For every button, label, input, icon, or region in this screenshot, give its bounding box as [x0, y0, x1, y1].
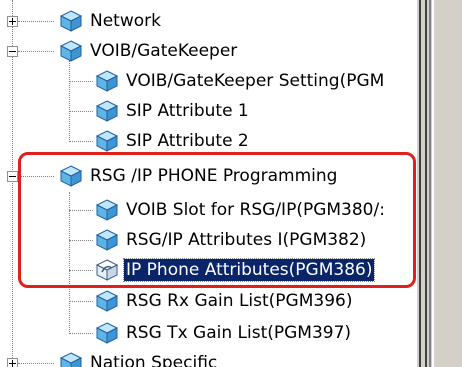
tree-connector — [69, 141, 93, 142]
tree-connector — [69, 192, 70, 334]
tree-connector — [69, 240, 93, 241]
tree-item-label: Nation Specific — [90, 353, 218, 367]
tree-item-voib-gatekeeper-setting[interactable]: VOIB/GateKeeper Setting(PGM — [94, 66, 386, 96]
tree-item-ip-phone-attributes[interactable]: IP Phone Attributes(PGM386) — [94, 255, 376, 285]
tree-connector — [69, 60, 70, 142]
tree-item-label: RSG /IP PHONE Programming — [90, 166, 338, 186]
cube-icon — [95, 229, 119, 251]
expand-network-button[interactable] — [7, 16, 18, 27]
tree-item-label: VOIB Slot for RSG/IP(PGM380/: — [126, 200, 385, 220]
cube-icon — [59, 352, 83, 367]
tree-item-label: SIP Attribute 2 — [126, 131, 249, 151]
tree-item-voib-gatekeeper[interactable]: VOIB/GateKeeper — [58, 36, 239, 66]
splitter-frame[interactable] — [417, 0, 462, 367]
tree-item-rsg-tx-gain-list[interactable]: RSG Tx Gain List(PGM397) — [94, 318, 353, 348]
tree-item-sip-attribute-2[interactable]: SIP Attribute 2 — [94, 126, 251, 156]
tree-item-rsg-rx-gain-list[interactable]: RSG Rx Gain List(PGM396) — [94, 286, 354, 316]
tree-item-label: SIP Attribute 1 — [126, 101, 249, 121]
tree-connector — [69, 81, 93, 82]
tree-connector — [18, 176, 54, 177]
collapse-voib-gatekeeper-button[interactable] — [7, 46, 18, 57]
tree-connector — [69, 333, 93, 334]
cube-icon — [95, 130, 119, 152]
tree-item-label: Network — [90, 11, 161, 31]
tree-connector — [69, 301, 93, 302]
splitter-line — [419, 0, 421, 367]
cube-icon — [95, 290, 119, 312]
tree-item-sip-attribute-1[interactable]: SIP Attribute 1 — [94, 96, 251, 126]
tree-item-label-selected: IP Phone Attributes(PGM386) — [122, 258, 376, 282]
splitter-line — [425, 0, 427, 367]
collapse-rsg-ip-phone-button[interactable] — [7, 171, 18, 182]
tree-item-label: VOIB/GateKeeper Setting(PGM — [126, 71, 385, 91]
tree-item-label: VOIB/GateKeeper — [90, 41, 238, 61]
tree-item-label: RSG Tx Gain List(PGM397) — [126, 323, 352, 343]
splitter-line — [432, 0, 434, 367]
tree-connector — [69, 210, 93, 211]
cube-open-icon — [95, 259, 119, 281]
cube-icon — [59, 10, 83, 32]
tree-connector — [18, 21, 54, 22]
tree-item-network[interactable]: Network — [58, 6, 163, 36]
cube-icon — [95, 70, 119, 92]
tree-item-nation-specific[interactable]: Nation Specific — [58, 348, 219, 367]
cube-icon — [59, 165, 83, 187]
cube-icon — [59, 40, 83, 62]
tree-view[interactable]: Network VOIB/GateKeeper VOIB/GateKeeper … — [0, 0, 417, 367]
tree-connector — [18, 363, 54, 364]
expand-nation-specific-button[interactable] — [7, 358, 18, 367]
tree-connector — [69, 270, 93, 271]
cube-icon — [95, 322, 119, 344]
tree-item-rsg-ip-attributes[interactable]: RSG/IP Attributes I(PGM382) — [94, 225, 368, 255]
tree-item-rsg-ip-phone-programming[interactable]: RSG /IP PHONE Programming — [58, 161, 339, 191]
tree-item-label: RSG Rx Gain List(PGM396) — [126, 291, 353, 311]
tree-connector — [69, 111, 93, 112]
tree-connector — [18, 51, 54, 52]
tree-item-voib-slot[interactable]: VOIB Slot for RSG/IP(PGM380/: — [94, 195, 387, 225]
splitter-line — [429, 0, 431, 367]
cube-icon — [95, 199, 119, 221]
tree-item-label: RSG/IP Attributes I(PGM382) — [126, 230, 367, 250]
cube-icon — [95, 100, 119, 122]
